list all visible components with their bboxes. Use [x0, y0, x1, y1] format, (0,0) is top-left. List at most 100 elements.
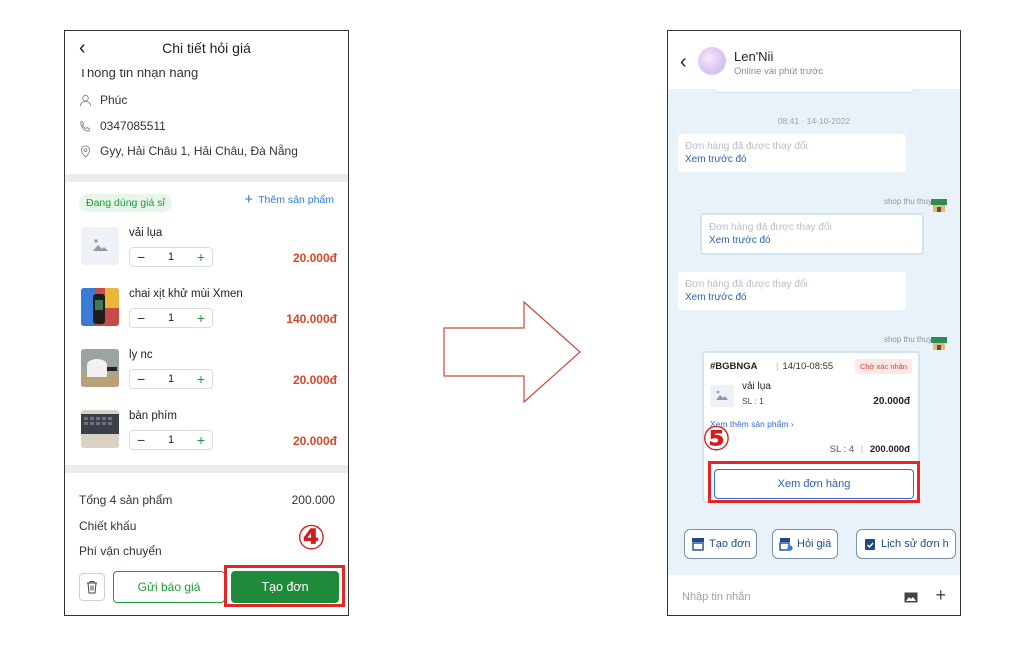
list-item: chai xịt khử mùi Xmen − 1 + 140.000đ [81, 288, 337, 334]
image-placeholder-icon [81, 227, 119, 265]
view-previous-link[interactable]: Xem trước đó [685, 291, 899, 304]
order-code: #BGBNGA [710, 361, 758, 372]
customer-name: Phúc [100, 93, 128, 107]
total-row: Tổng 4 sản phẩm 200.000 [79, 493, 335, 507]
product-price: 20.000đ [292, 251, 337, 265]
quick-order-history-button[interactable]: Lịch sử đơn h [856, 529, 956, 559]
view-previous-link[interactable]: Xem trước đó [709, 234, 915, 247]
shipping-label: Phí vận chuyển [79, 544, 162, 558]
plus-button[interactable]: + [197, 433, 205, 447]
timestamp: 08:41 · 14-10-2022 [777, 116, 851, 126]
divider [65, 465, 348, 473]
step-marker-5: ⑤ [702, 419, 731, 459]
list-item: bàn phím − 1 + 20.000đ [81, 410, 337, 456]
product-price: 20.000đ [292, 373, 337, 387]
list-item: vải lụa − 1 + 20.000đ [81, 227, 337, 273]
store-icon [692, 538, 704, 551]
product-name: vải lụa [129, 227, 163, 239]
plus-icon[interactable]: + [935, 585, 946, 606]
image-icon[interactable] [904, 592, 918, 603]
phone-icon [80, 120, 91, 132]
status-badge: Chờ xác nhận [854, 359, 912, 374]
message-text: Đơn hàng đã được thay đổi [685, 141, 808, 152]
quantity-value[interactable]: 1 [168, 373, 174, 385]
quantity-stepper: − 1 + [129, 247, 213, 267]
quantity-value[interactable]: 1 [168, 434, 174, 446]
total-label: Tổng 4 sản phẩm [79, 493, 173, 507]
summary-count: SL : 4 [829, 444, 855, 455]
chevron-right-icon: › [790, 419, 794, 429]
quantity-stepper: − 1 + [129, 308, 213, 328]
send-quote-button[interactable]: Gửi báo giá [113, 571, 225, 603]
product-name: ly nc [129, 349, 153, 361]
message-bubble: Đơn hàng đã được thay đổi Xem trước đó [678, 134, 906, 172]
product-price: 20.000đ [292, 434, 337, 448]
phone-row: 0347085511 [79, 119, 166, 133]
list-item: ly nc − 1 + 20.000đ [81, 349, 337, 395]
total-value: 200.000 [291, 493, 335, 507]
message-text: Đơn hàng đã được thay đổi [685, 279, 808, 290]
message-input[interactable]: Nhập tin nhắn [682, 591, 751, 603]
back-icon[interactable]: ‹ [680, 51, 687, 74]
customer-name-row: Phúc [79, 93, 127, 107]
wholesale-price-badge: Đang dùng giá sỉ [79, 194, 172, 212]
address-row: Gyy, Hải Châu 1, Hải Châu, Đà Nẵng [79, 144, 298, 158]
location-pin-icon [80, 144, 91, 158]
arrow-right-icon [443, 300, 581, 404]
product-photo [81, 349, 119, 387]
product-photo [81, 410, 119, 448]
plus-button[interactable]: + [197, 250, 205, 264]
highlight-create-order [224, 565, 345, 607]
order-item-name: vải lụa [742, 381, 771, 392]
section-title: Thông tin nhận hàng [79, 69, 199, 80]
quick-create-order-label: Tạo đơn [709, 538, 751, 550]
discount-label: Chiết khấu [79, 519, 137, 533]
back-icon[interactable]: ‹ [79, 36, 99, 60]
page-title: Chi tiết hỏi giá [162, 40, 251, 56]
highlight-view-order [708, 461, 920, 503]
chat-header: ‹ Len'Nii Online vài phút trước [668, 31, 960, 89]
order-summary: SL : 4 | 200.000đ [829, 444, 910, 455]
product-photo [81, 288, 119, 326]
message-bubble: Đơn hàng đã được thay đổi Xem trước đó [678, 272, 906, 310]
quantity-stepper: − 1 + [129, 430, 213, 450]
add-product-button[interactable]: + Thêm sản phẩm [244, 191, 334, 208]
plus-button[interactable]: + [197, 372, 205, 386]
minus-button[interactable]: − [137, 372, 145, 386]
contact-status: Online vài phút trước [734, 66, 824, 77]
message-bubble: Đơn hàng đã được thay đổi Xem trước đó [700, 213, 924, 255]
quick-create-order-button[interactable]: Tạo đơn [684, 529, 758, 559]
order-time: 14/10-08:55 [782, 361, 834, 372]
plus-icon: + [244, 191, 254, 208]
trash-icon [87, 581, 97, 594]
sender-name: shop thu thuy [883, 197, 932, 206]
quick-order-history-label: Lịch sử đơn h [881, 538, 949, 550]
clipboard-check-icon [865, 539, 875, 550]
phone-number: 0347085511 [100, 119, 166, 133]
product-price: 140.000đ [286, 312, 337, 326]
header: ‹ Chi tiết hỏi giá [65, 31, 348, 65]
quantity-value[interactable]: 1 [168, 251, 174, 263]
product-name: chai xịt khử mùi Xmen [129, 288, 243, 300]
quick-ask-price-label: Hỏi giá [797, 538, 832, 550]
order-item-quantity: SL : 1 [742, 396, 764, 406]
quick-actions-bar: Tạo đơn Hỏi giá Lịch sử đơn h [668, 529, 960, 571]
delete-button[interactable] [79, 573, 105, 601]
minus-button[interactable]: − [137, 311, 145, 325]
quantity-stepper: − 1 + [129, 369, 213, 389]
shop-avatar-icon [931, 337, 947, 350]
plus-button[interactable]: + [197, 311, 205, 325]
message-input-bar: Nhập tin nhắn + [668, 575, 960, 615]
image-placeholder-icon [710, 385, 734, 407]
quick-ask-price-button[interactable]: Hỏi giá [772, 529, 839, 559]
minus-button[interactable]: − [137, 250, 145, 264]
step-marker-4: ④ [297, 518, 326, 558]
price-tag-store-icon [779, 538, 793, 551]
shop-avatar-icon [931, 199, 947, 212]
sender-name: shop thu thuy [883, 335, 932, 344]
minus-button[interactable]: − [137, 433, 145, 447]
address: Gyy, Hải Châu 1, Hải Châu, Đà Nẵng [100, 144, 298, 158]
quantity-value[interactable]: 1 [168, 312, 174, 324]
avatar[interactable] [698, 47, 726, 75]
view-previous-link[interactable]: Xem trước đó [685, 153, 899, 166]
